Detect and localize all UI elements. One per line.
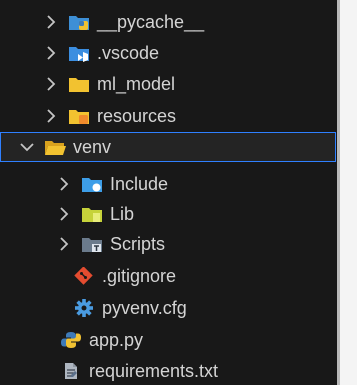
tree-item-label: requirements.txt [89,361,219,381]
tree-item-requirements-txt[interactable]: requirements.txt [0,356,336,385]
tree-item-label: .gitignore [102,266,177,286]
python-folder-icon [68,13,90,31]
tree-item-scripts[interactable]: Scripts [0,229,336,259]
tree-item-include[interactable]: Include [0,169,336,199]
chevron-right-icon[interactable] [42,75,60,93]
tree-item-pycache[interactable]: __pycache__ [0,7,336,37]
tree-item-label: Lib [110,204,135,224]
chevron-down-icon[interactable] [18,138,36,156]
file-explorer: __pycache__ .vscode ml_model resources v… [0,0,340,385]
tree-item-label: app.py [89,330,144,350]
chevron-right-icon[interactable] [55,235,73,253]
chevron-right-icon[interactable] [55,205,73,223]
tree-item-label: Include [110,174,169,194]
chevron-right-icon[interactable] [42,13,60,31]
python-icon [60,331,82,349]
folder-icon [68,75,90,93]
tree-item-label: resources [97,106,177,126]
tree-item-ml-model[interactable]: ml_model [0,69,336,99]
tree-item-label: __pycache__ [97,12,205,32]
tree-item-resources[interactable]: resources [0,101,336,131]
include-folder-icon [81,175,103,193]
git-icon [73,267,95,285]
tree-item-label: .vscode [97,43,160,63]
text-file-icon [60,362,82,380]
tree-item-label: Scripts [110,234,166,254]
tree-item-venv[interactable]: venv [0,132,336,162]
tree-item-lib[interactable]: Lib [0,199,336,229]
chevron-right-icon[interactable] [55,175,73,193]
gear-icon [73,299,95,317]
tree-item-app-py[interactable]: app.py [0,325,336,355]
tree-item-label: ml_model [97,74,176,94]
chevron-right-icon[interactable] [42,44,60,62]
tree-item-label: pyvenv.cfg [102,298,187,318]
resources-folder-icon [68,107,90,125]
chevron-right-icon[interactable] [42,107,60,125]
tree-item-gitignore[interactable]: .gitignore [0,261,336,291]
tree-item-pyvenv-cfg[interactable]: pyvenv.cfg [0,293,336,323]
vscode-folder-icon [68,44,90,62]
tree-item-vscode[interactable]: .vscode [0,38,336,68]
tree-item-label: venv [73,137,112,157]
folder-open-icon [44,138,66,156]
lib-folder-icon [81,205,103,223]
scripts-folder-icon [81,235,103,253]
